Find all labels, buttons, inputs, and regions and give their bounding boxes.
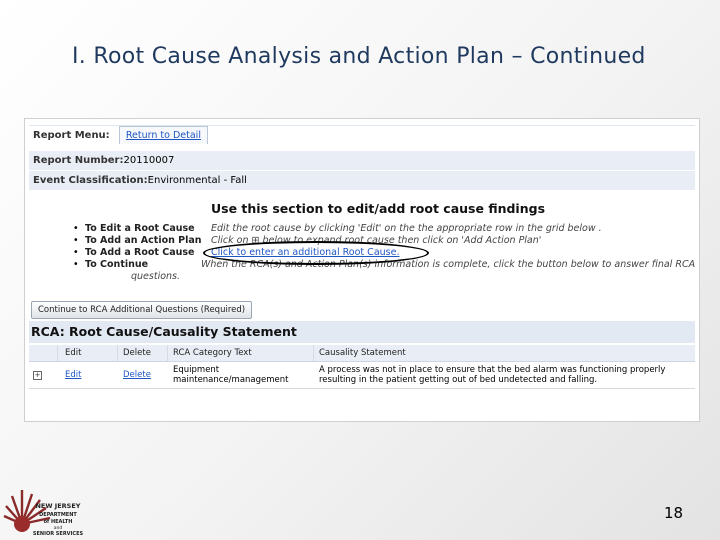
instruction-edit-root-cause: • To Edit a Root Cause Edit the root cau… — [73, 223, 691, 235]
column-divider — [117, 345, 118, 361]
column-header-statement[interactable]: Causality Statement — [319, 345, 406, 361]
event-classification-value: Environmental - Fall — [147, 175, 247, 186]
instruction-label: To Add an Action Plan — [85, 235, 202, 246]
sunburst-icon — [3, 490, 51, 532]
grid-header-row: Edit Delete RCA Category Text Causality … — [29, 345, 695, 362]
expand-row-icon[interactable]: + — [33, 370, 42, 380]
category-line: maintenance/management — [173, 375, 289, 385]
bullet-icon: • — [73, 235, 79, 246]
report-number-value: 20110007 — [123, 155, 175, 166]
logo-text: SENIOR SERVICES — [33, 531, 84, 537]
event-classification-label: Event Classification: — [33, 175, 148, 186]
column-header-delete[interactable]: Delete — [123, 345, 151, 361]
edit-row-link[interactable]: Edit — [65, 370, 81, 380]
root-cause-grid: Edit Delete RCA Category Text Causality … — [29, 345, 695, 389]
logo-text: of HEALTH — [44, 519, 73, 525]
bullet-icon: • — [73, 247, 79, 258]
report-number-label: Report Number: — [33, 155, 124, 166]
highlight-ellipse — [203, 241, 429, 265]
column-divider — [313, 345, 314, 361]
section-heading: Use this section to edit/add root cause … — [211, 201, 546, 216]
instruction-text-continued: questions. — [131, 271, 181, 282]
event-classification-row: Event Classification:Environmental - Fal… — [29, 171, 695, 190]
instruction-label: To Add a Root Cause — [85, 247, 195, 258]
instruction-label: To Continue — [85, 259, 149, 270]
page-number: 18 — [664, 504, 684, 522]
category-line: Equipment — [173, 365, 220, 375]
report-number-row: Report Number:20110007 — [29, 151, 695, 170]
report-menu-row: Report Menu: Return to Detail — [29, 125, 695, 144]
return-to-detail-tab[interactable]: Return to Detail — [118, 126, 208, 144]
column-divider — [57, 345, 58, 361]
slide-title: I. Root Cause Analysis and Action Plan –… — [72, 44, 646, 69]
logo-text: DEPARTMENT — [39, 512, 77, 518]
statement-line: A process was not in place to ensure tha… — [319, 365, 666, 375]
column-divider — [167, 345, 168, 361]
delete-row-link[interactable]: Delete — [123, 370, 151, 380]
table-row: + Edit Delete Equipment maintenance/mana… — [29, 362, 695, 389]
row-category: Equipment maintenance/management — [173, 365, 313, 385]
column-header-edit[interactable]: Edit — [65, 345, 81, 361]
instruction-text: Edit the root cause by clicking 'Edit' o… — [211, 223, 602, 234]
nj-health-logo: NEW JERSEY DEPARTMENT of HEALTH and SENI… — [3, 490, 84, 537]
grid-title: RCA: Root Cause/Causality Statement — [29, 321, 695, 343]
report-menu-label: Report Menu: — [33, 130, 110, 141]
bullet-icon: • — [73, 223, 79, 234]
logo-text: NEW JERSEY — [35, 502, 80, 510]
rca-screenshot: Report Menu: Return to Detail Report Num… — [24, 118, 700, 422]
continue-rca-questions-button[interactable]: Continue to RCA Additional Questions (Re… — [31, 301, 253, 319]
row-statement: A process was not in place to ensure tha… — [319, 365, 689, 385]
statement-line: resulting in the patient getting out of … — [319, 375, 598, 385]
column-header-category[interactable]: RCA Category Text — [173, 345, 252, 361]
bullet-icon: • — [73, 259, 79, 270]
instruction-label: To Edit a Root Cause — [85, 223, 195, 234]
